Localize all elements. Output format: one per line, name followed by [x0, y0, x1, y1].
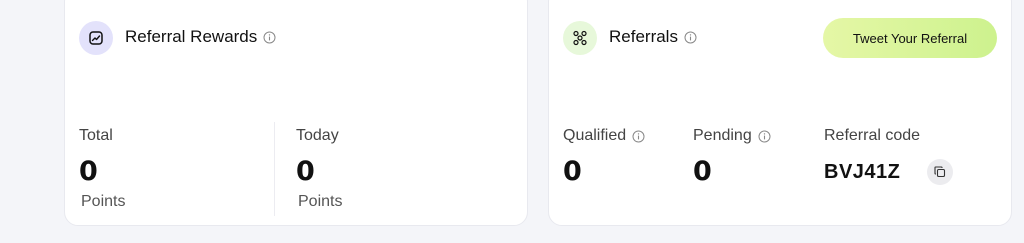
today-unit: Points — [298, 193, 343, 210]
pending-label-text: Pending — [693, 127, 752, 144]
referral-rewards-title-text: Referral Rewards — [125, 27, 258, 46]
pending-label: Pending — [693, 127, 771, 145]
today-label: Today — [296, 127, 339, 144]
total-label: Total — [79, 127, 113, 144]
referrals-title-text: Referrals — [609, 27, 678, 46]
total-unit: Points — [81, 193, 126, 210]
info-icon[interactable] — [632, 130, 645, 143]
info-icon[interactable] — [684, 31, 697, 44]
referral-code-value: BVJ41Z — [824, 161, 901, 183]
referral-rewards-title: Referral Rewards — [125, 27, 276, 47]
referral-rewards-card: Referral Rewards Total 0 Points Today 0 … — [64, 0, 528, 226]
qualified-value: 0 — [563, 156, 583, 187]
copy-icon[interactable] — [927, 159, 953, 185]
today-value: 0 — [296, 156, 316, 187]
qualified-label: Qualified — [563, 127, 645, 145]
referral-code-label: Referral code — [824, 127, 921, 144]
pending-value: 0 — [693, 156, 713, 187]
referrals-card: Referrals Tweet Your Referral Qualified … — [548, 0, 1012, 226]
total-value: 0 — [79, 156, 99, 187]
referrals-title: Referrals — [609, 27, 697, 47]
info-icon[interactable] — [758, 130, 771, 143]
network-nodes-icon — [563, 21, 597, 55]
info-icon[interactable] — [263, 31, 276, 44]
tweet-referral-button[interactable]: Tweet Your Referral — [823, 18, 997, 58]
stat-divider — [274, 122, 275, 216]
trend-chart-icon — [79, 21, 113, 55]
qualified-label-text: Qualified — [563, 127, 627, 144]
